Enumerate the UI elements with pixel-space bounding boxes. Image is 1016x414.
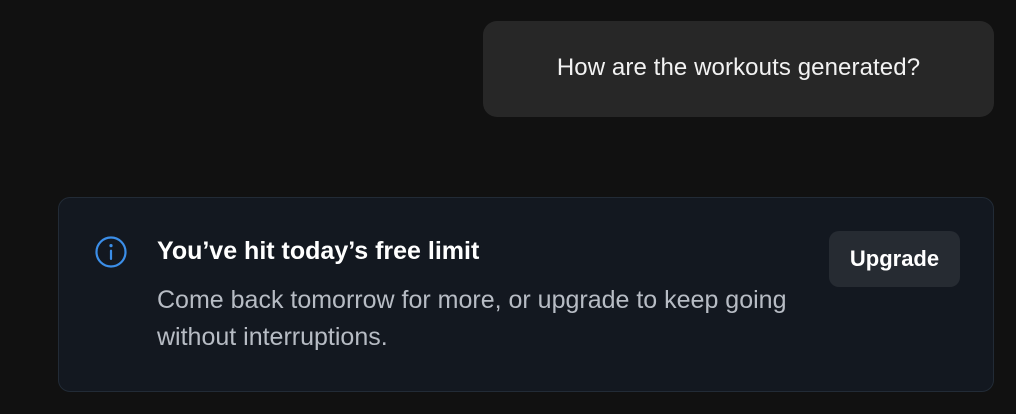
notice-title: You’ve hit today’s free limit <box>157 237 480 265</box>
user-message-bubble: How are the workouts generated? <box>483 21 994 117</box>
upgrade-button[interactable]: Upgrade <box>829 231 960 287</box>
user-message-text: How are the workouts generated? <box>556 54 921 81</box>
info-icon <box>95 236 127 268</box>
notice-message: Come back tomorrow for more, or upgrade … <box>157 286 787 351</box>
chat-area: How are the workouts generated? You’ve h… <box>0 0 1016 414</box>
